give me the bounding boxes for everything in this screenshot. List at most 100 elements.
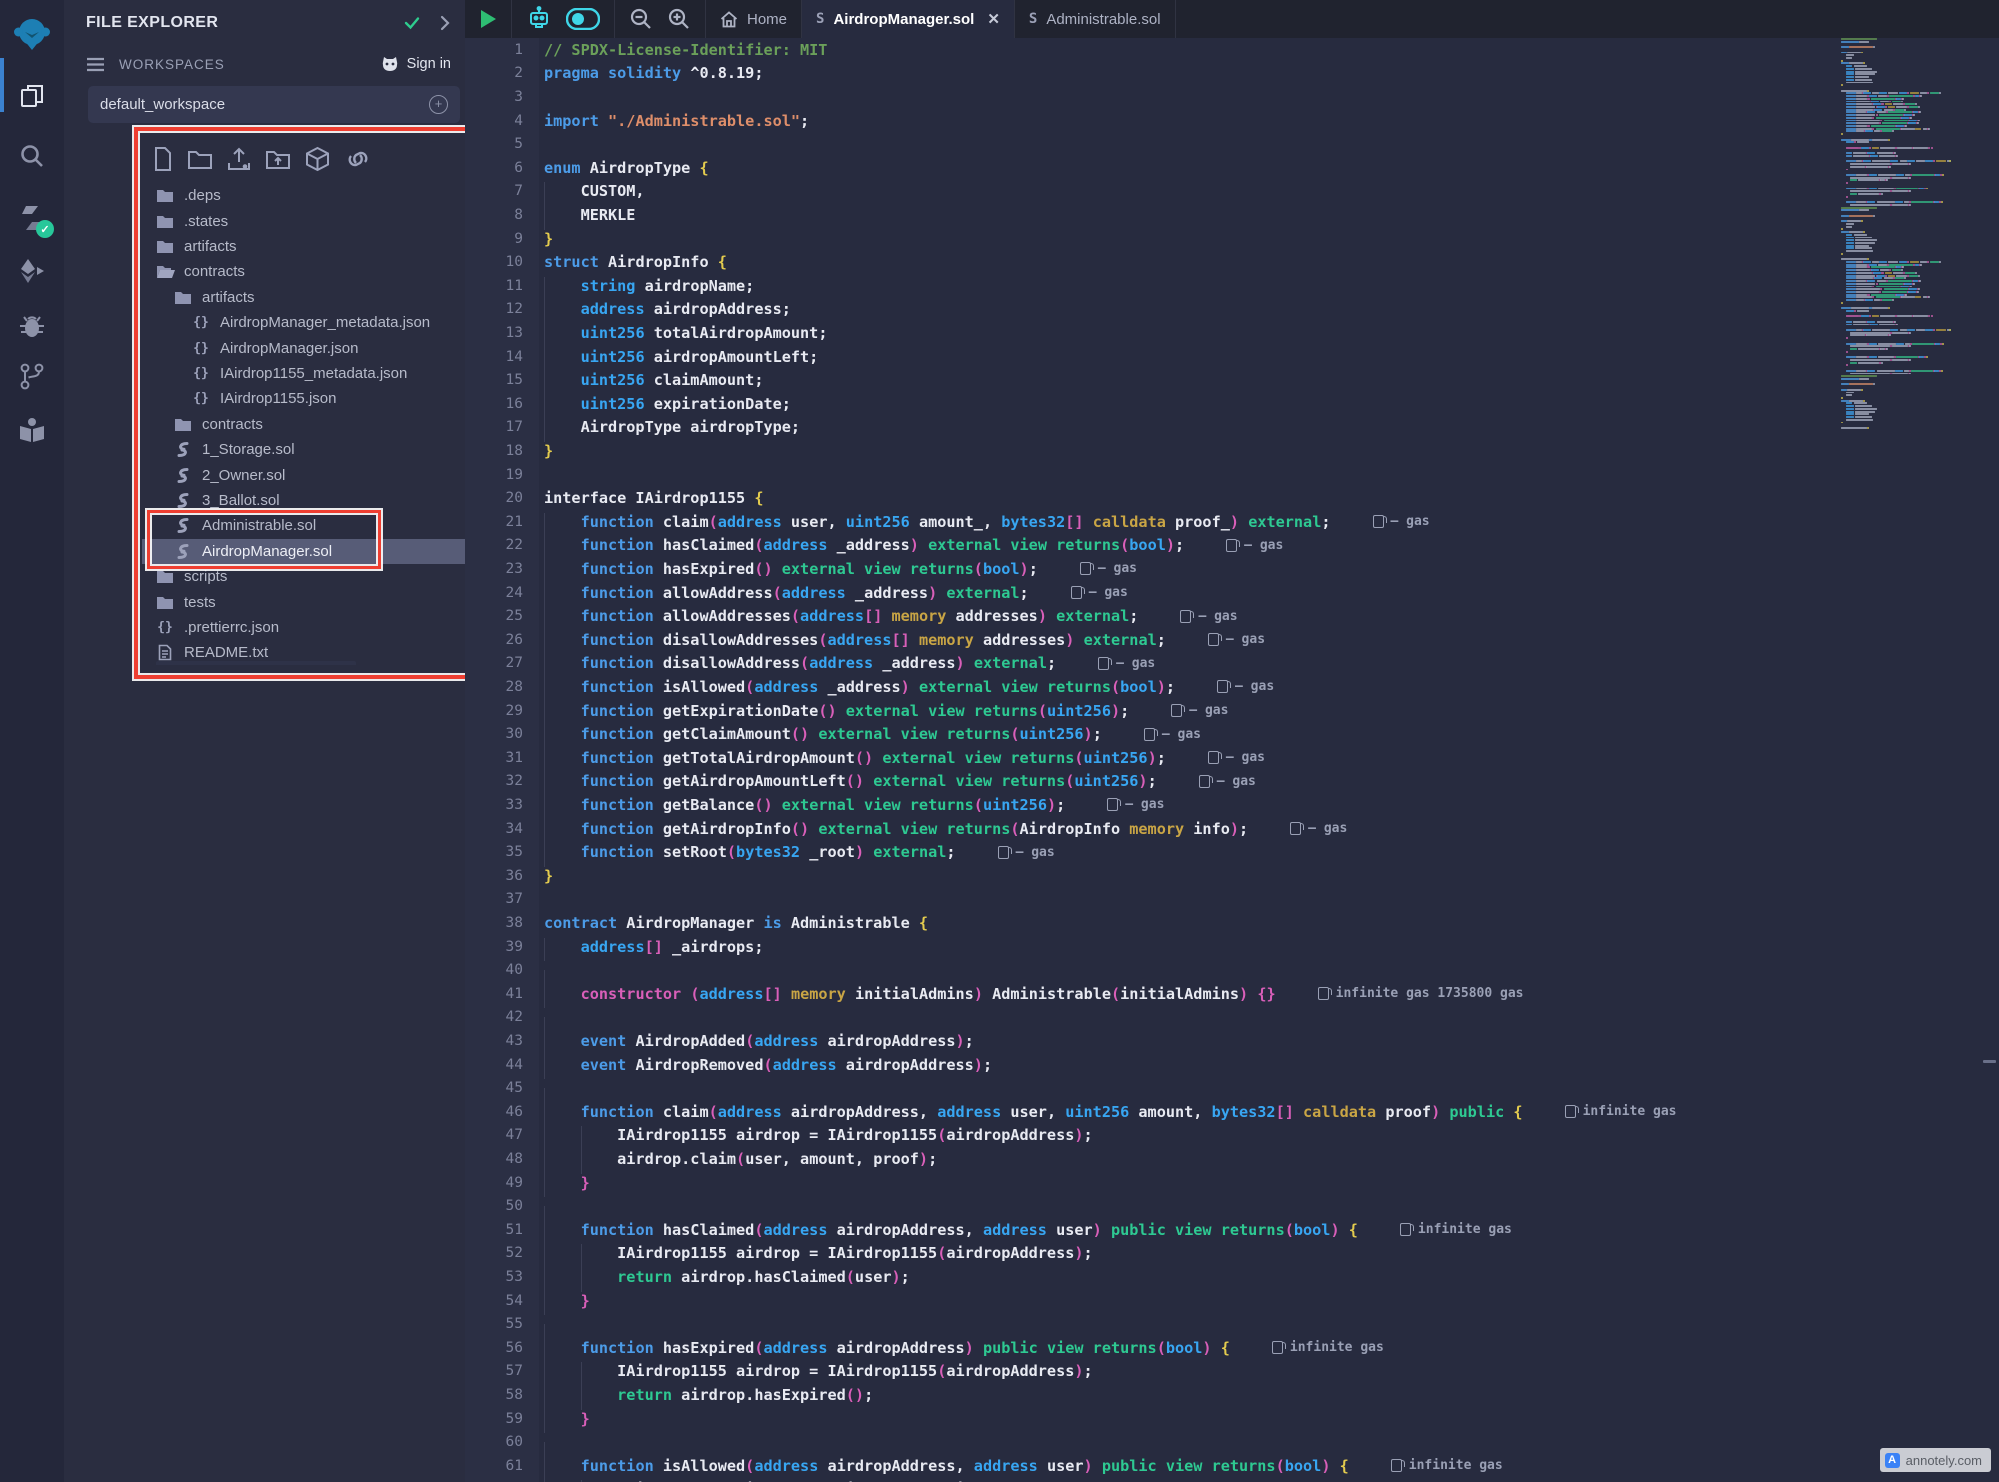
code-line: 1// SPDX-License-Identifier: MIT [465, 38, 1845, 62]
code-token: _address [873, 654, 955, 672]
git-icon[interactable] [0, 350, 64, 402]
minimap-line-segment [1846, 182, 1848, 184]
panel-collapse-chevron-icon[interactable] [439, 15, 451, 31]
minimap-line-segment [1894, 321, 1896, 323]
code-token: bool [1120, 678, 1157, 696]
minimap-line-segment [1871, 294, 1895, 296]
copilot-toggle-icon[interactable] [566, 8, 600, 30]
code-line: 57 IAirdrop1155 airdrop = IAirdrop1155(a… [465, 1360, 1845, 1384]
minimap-line-segment [1853, 152, 1867, 154]
code-line: 48 airdrop.claim(user, amount, proof); [465, 1147, 1845, 1171]
minimap-line-segment [1909, 177, 1911, 179]
code-token: _root [800, 843, 855, 861]
minimap-line-segment [1847, 220, 1861, 222]
debugger-icon[interactable] [0, 300, 64, 352]
run-script-button[interactable] [479, 9, 497, 29]
gas-estimate-annotation: – gas [1208, 632, 1265, 647]
line-number: 39 [465, 939, 539, 955]
minimap-line-segment [1881, 272, 1883, 274]
minimap-line-segment [1856, 275, 1876, 277]
learneth-icon[interactable] [0, 404, 64, 456]
fuel-pump-icon [1199, 775, 1210, 788]
code-token: ) [1138, 772, 1147, 790]
zoom-in-icon[interactable] [667, 7, 691, 31]
code-token: uint256 [581, 324, 645, 342]
minimap-line-segment [1889, 95, 1913, 97]
ai-copilot-robot-icon[interactable] [526, 6, 552, 32]
sign-in-button[interactable]: Sign in [380, 56, 451, 73]
minimap-line-segment [1854, 141, 1856, 143]
minimap-line-segment [1846, 286, 1856, 288]
scrollbar-thumb[interactable] [1983, 1060, 1996, 1063]
workspace-select[interactable]: default_workspace + [88, 86, 460, 123]
minimap-line-segment [1846, 174, 1856, 176]
code-token: getTotalAirdropAmount [663, 749, 855, 767]
file-explorer-icon[interactable] [0, 70, 64, 122]
tab-airdropmanager[interactable]: S AirdropManager.sol ✕ [802, 0, 1015, 38]
code-token: ) [1084, 725, 1093, 743]
workspace-options-icon[interactable]: + [429, 95, 448, 114]
minimap-line-segment [1904, 277, 1906, 279]
minimap-line-segment [1910, 286, 1912, 288]
zoom-out-icon[interactable] [629, 7, 653, 31]
minimap-line-segment [1856, 130, 1864, 132]
hamburger-menu-icon[interactable] [86, 57, 105, 72]
code-token: uint256 [846, 513, 910, 531]
minimap[interactable] [1841, 38, 1955, 436]
code-token: ) [1202, 1339, 1211, 1357]
minimap-line-segment [1841, 389, 1847, 391]
tab-administrable[interactable]: S Administrable.sol [1015, 0, 1176, 38]
code-token: { [1513, 1103, 1522, 1121]
solidity-compiler-icon[interactable]: ✓ [0, 192, 64, 244]
code-token: external [873, 843, 946, 861]
code-token: getExpirationDate [663, 702, 818, 720]
minimap-line-segment [1882, 291, 1906, 293]
minimap-line-segment [1846, 310, 1854, 312]
code-viewport[interactable]: 1// SPDX-License-Identifier: MIT2pragma … [465, 38, 1999, 1482]
remix-logo[interactable] [0, 8, 64, 60]
code-token [1440, 1103, 1449, 1121]
minimap-line-segment [1889, 264, 1913, 266]
minimap-line-segment [1856, 160, 1862, 162]
minimap-line-segment [1855, 413, 1869, 415]
code-token: ; [1166, 678, 1175, 696]
minimap-line-segment [1846, 364, 1848, 366]
minimap-line-segment [1856, 114, 1876, 116]
line-number: 14 [465, 349, 539, 365]
minimap-line-segment [1909, 204, 1911, 206]
minimap-line-segment [1846, 103, 1856, 105]
code-token: AirdropInfo [1020, 820, 1130, 838]
code-token [544, 796, 581, 814]
minimap-line-segment [1877, 152, 1893, 154]
minimap-line-segment [1878, 264, 1887, 266]
minimap-line-segment [1907, 329, 1915, 331]
minimap-line-segment [1909, 190, 1911, 192]
code-token: calldata [1303, 1103, 1376, 1121]
code-token: ) [901, 678, 910, 696]
minimap-line-segment [1846, 223, 1854, 225]
minimap-line-segment [1841, 378, 1859, 380]
minimap-line-segment [1902, 266, 1904, 268]
code-token: { [754, 489, 763, 507]
minimap-line-segment [1942, 174, 1944, 176]
code-token: ) [956, 1032, 965, 1050]
code-token: claimAmount; [645, 371, 764, 389]
code-token: addresses [946, 607, 1037, 625]
minimap-line-segment [1949, 329, 1951, 331]
search-icon[interactable] [0, 130, 64, 182]
minimap-line-segment [1879, 122, 1881, 124]
code-token: ; [1157, 631, 1166, 649]
minimap-line-segment [1856, 111, 1866, 113]
line-number: 4 [465, 113, 539, 129]
minimap-line-segment [1873, 46, 1875, 48]
minimap-line-segment [1856, 109, 1873, 111]
code-token: interface IAirdrop1155 [544, 489, 754, 507]
tab-home[interactable]: Home [706, 0, 802, 38]
deploy-run-icon[interactable] [0, 245, 64, 297]
code-token: } [581, 1410, 590, 1428]
code-line: 44 event AirdropRemoved(address airdropA… [465, 1053, 1845, 1077]
minimap-line-segment [1856, 283, 1876, 285]
tab-close-icon[interactable]: ✕ [987, 10, 1000, 28]
minimap-line-segment [1846, 413, 1854, 415]
line-number: 31 [465, 750, 539, 766]
